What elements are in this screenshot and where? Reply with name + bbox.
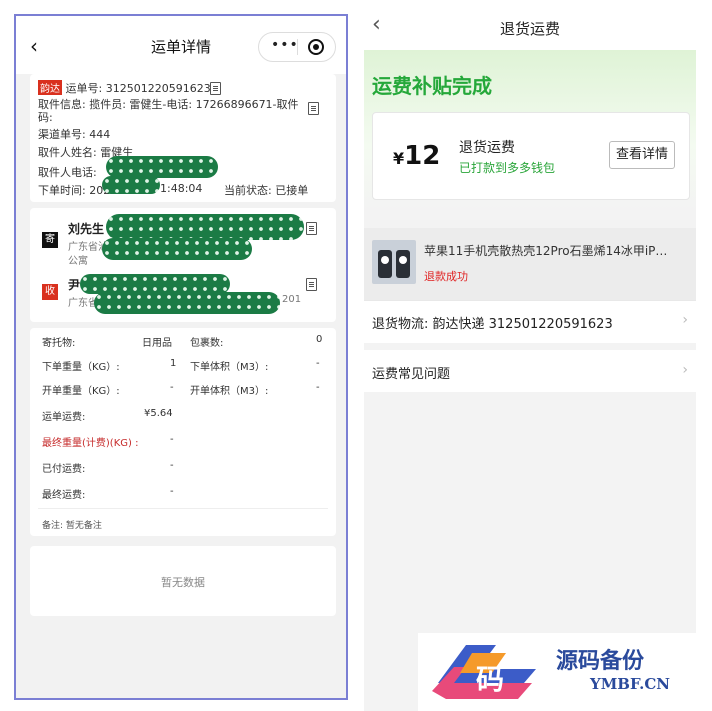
page-title: 退货运费: [499, 20, 560, 38]
return-fee-card: ¥12 退货运费 已打款到多多钱包 查看详情: [372, 112, 690, 200]
final-fee-label: 最终运费:: [42, 490, 86, 501]
nav-bar: ‹ 退货运费: [364, 0, 696, 50]
order-info-card: 韵达 运单号: 312501220591623 取件信息: 揽件员: 雷健生-电…: [30, 74, 336, 202]
redaction-mark: [106, 156, 218, 178]
pickup-info: 取件信息: 揽件员: 雷健生-电话: 17266896671-取件码:: [38, 98, 299, 124]
freight-value: ¥5.64: [144, 408, 173, 419]
redaction-mark: [102, 176, 160, 194]
more-icon[interactable]: •••: [271, 37, 299, 53]
watermark-logo: 码: [432, 645, 536, 699]
redaction-mark: [94, 292, 280, 314]
mini-program-capsule: •••: [258, 32, 336, 62]
redaction-mark: [102, 238, 252, 260]
paid-value: -: [170, 460, 174, 471]
copy-receiver-icon[interactable]: [306, 278, 317, 291]
channel-number: 渠道单号: 444: [38, 128, 111, 141]
copy-pickup-icon[interactable]: [308, 102, 319, 115]
return-fee-screen: ‹ 退货运费 运费补贴完成 ¥12 退货运费 已打款到多多钱包 查看详情 苹果1…: [364, 0, 696, 711]
chevron-right-icon: ›: [682, 362, 688, 378]
fee-status: 已打款到多多钱包: [459, 161, 556, 175]
faq-label: 运费常见问题: [372, 367, 451, 382]
copy-sender-icon[interactable]: [306, 222, 317, 235]
fee-amount: ¥12: [393, 141, 440, 171]
watermark-en: YMBF.CN: [590, 675, 671, 693]
waybill-number: 312501220591623: [105, 82, 211, 95]
address-card: 寄 刘先生 广东省汕头 公寓 收 尹 广东省深 201: [30, 208, 336, 322]
subsidy-heading: 运费补贴完成: [372, 74, 492, 98]
return-logistics-row[interactable]: 退货物流: 韵达快递 312501220591623 ›: [364, 300, 696, 343]
open-volume-label: 开单体积（M3）:: [190, 386, 269, 397]
chevron-right-icon: ›: [682, 312, 688, 328]
volume-label: 下单体积（M3）:: [190, 362, 269, 373]
weight-label: 下单重量（KG）:: [42, 362, 120, 373]
empty-card: 暂无数据: [30, 546, 336, 616]
fee-name: 退货运费: [459, 140, 515, 156]
pickup-phone: 取件人电话:: [38, 166, 97, 179]
close-miniprogram-icon[interactable]: [308, 39, 324, 55]
remark: 备注: 暂无备注: [42, 521, 102, 531]
fee-value: 12: [404, 141, 441, 171]
refund-status: 退款成功: [424, 270, 468, 283]
goods-label: 寄托物:: [42, 338, 76, 349]
faq-row[interactable]: 运费常见问题 ›: [364, 350, 696, 392]
empty-text: 暂无数据: [161, 576, 205, 589]
freight-label: 运单运费:: [42, 412, 86, 423]
watermark: 码 源码备份 YMBF.CN: [418, 633, 712, 711]
open-weight-label: 开单重量（KG）:: [42, 386, 120, 397]
sender-address-tail: 公寓: [68, 256, 88, 267]
receiver-tag: 收: [42, 284, 58, 300]
view-details-button[interactable]: 查看详情: [609, 141, 675, 169]
open-weight-value: -: [170, 382, 174, 393]
parcel-label: 包裹数:: [190, 338, 224, 349]
paid-label: 已付运费:: [42, 464, 86, 475]
return-logistics: 退货物流: 韵达快递 312501220591623: [372, 317, 613, 332]
waybill-detail-screen: ‹ 运单详情 ••• 韵达 运单号: 312501220591623 取件信息:…: [14, 14, 348, 700]
final-weight-value: -: [170, 434, 174, 445]
open-volume-value: -: [316, 382, 320, 393]
shipment-details-card: 寄托物: 日用品 包裹数: 0 下单重量（KG）: 1 下单体积（M3）: - …: [30, 328, 336, 536]
order-time-tail: 1:48:04: [160, 182, 203, 195]
product-thumbnail: [372, 240, 416, 284]
watermark-cn: 源码备份: [556, 649, 645, 674]
weight-value: 1: [170, 358, 177, 369]
order-status: 当前状态: 已接单: [224, 184, 309, 197]
sender-tag: 寄: [42, 232, 58, 248]
receiver-name: 尹: [68, 278, 81, 292]
final-weight-label: 最终重量(计费)(KG) :: [42, 438, 139, 449]
redaction-mark: [106, 214, 304, 240]
product-name: 苹果11手机壳散热壳12Pro石墨烯14冰甲iP…: [424, 244, 668, 258]
sender-name: 刘先生: [68, 222, 105, 236]
carrier-tag: 韵达: [38, 80, 62, 95]
nav-bar: ‹ 运单详情 •••: [16, 16, 346, 74]
goods-value: 日用品: [142, 338, 172, 349]
parcel-value: 0: [316, 334, 323, 345]
receiver-address-tail: 201: [282, 294, 302, 305]
copy-waybill-icon[interactable]: [210, 82, 221, 95]
volume-value: -: [316, 358, 320, 369]
watermark-logo-char: 码: [476, 663, 504, 696]
currency-symbol: ¥: [393, 149, 405, 168]
redaction-mark: [80, 274, 230, 294]
final-fee-value: -: [170, 486, 174, 497]
order-goods-row[interactable]: 苹果11手机壳散热壳12Pro石墨烯14冰甲iP… 退款成功: [364, 228, 696, 300]
waybill-label: 运单号:: [65, 82, 103, 95]
